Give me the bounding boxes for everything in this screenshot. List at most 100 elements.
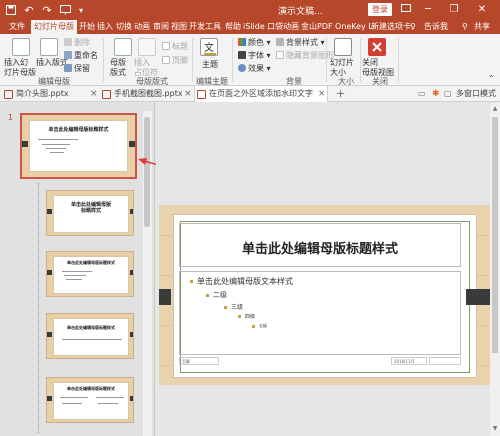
close-tab-icon[interactable]: × (184, 86, 192, 102)
master-slide[interactable]: 单击此处编辑母版标题样式 单击此处编辑母版文本样式 二级 三级 四级 五级 页脚… (159, 205, 490, 385)
slide-size-icon[interactable] (334, 38, 352, 56)
bullet-icon (252, 324, 255, 328)
settings-icon[interactable]: ✱ (432, 86, 440, 102)
insert-placeholder-button[interactable]: 插入 占位符 (134, 58, 158, 78)
scroll-down-icon[interactable]: ▼ (491, 425, 499, 433)
thumbnail-paper: 单击此处编辑母版标题样式 (53, 382, 129, 420)
share-icon[interactable]: ⚲ (462, 20, 468, 34)
footer-placeholder[interactable]: 页脚 (179, 357, 219, 365)
effects-icon (238, 64, 246, 72)
share-button[interactable]: 共享 (474, 20, 490, 34)
close-master-view-button[interactable]: 关闭 母版视图 (362, 58, 394, 78)
slide-number-placeholder[interactable] (429, 357, 461, 365)
tab-pocket-animation[interactable]: 口袋动画 (264, 20, 302, 34)
insert-slide-master-button[interactable]: 插入幻 灯片母版 (4, 58, 36, 78)
ribbon-divider (398, 38, 399, 82)
date-placeholder[interactable]: 2018/11/5 (391, 357, 427, 365)
binder-clip-right (130, 396, 133, 401)
themes-button[interactable]: 主题 (202, 60, 218, 70)
tab-file[interactable]: 文件 (6, 20, 28, 34)
collapse-ribbon-icon[interactable]: ⌃ (488, 74, 495, 84)
ribbon-divider (232, 38, 233, 82)
close-tab-icon[interactable]: × (318, 86, 326, 102)
quick-access-dropdown-icon[interactable]: ▾ (74, 3, 88, 17)
editor-scrollbar[interactable]: ▲ ▼ (490, 103, 500, 436)
ribbon-display-options-icon[interactable] (398, 2, 414, 18)
layout-thumbnail[interactable]: 单击此处编辑母版 标题样式 (46, 190, 134, 236)
tab-kingsoft-pdf[interactable]: 金山PDF (298, 20, 336, 34)
layout-thumbnail[interactable]: 单击此处编辑母版标题样式 (46, 377, 134, 423)
tab-list-icon[interactable]: ▭ (418, 86, 426, 102)
master-title-text[interactable]: 单击此处编辑母版标题样式 (180, 238, 460, 257)
lightbulb-icon[interactable]: ♀ (410, 20, 416, 34)
tab-slide-master[interactable]: 幻灯片母版 (31, 20, 77, 34)
new-tab-icon[interactable]: + (336, 86, 345, 102)
pptx-file-icon (102, 90, 111, 99)
layout-thumbnail[interactable]: 单击此处编辑母版标题样式 (46, 251, 134, 297)
thumbnail-line (98, 403, 118, 404)
insert-placeholder-icon[interactable] (138, 38, 156, 56)
undo-icon[interactable]: ↶ (22, 3, 36, 17)
thumbnail-title: 单击此处编辑母版 标题样式 (70, 202, 111, 214)
title-checkbox[interactable]: 标题 (162, 42, 188, 52)
text-level-5[interactable]: 五级 (252, 323, 267, 329)
thumbnail-line (62, 339, 122, 340)
slide-size-button[interactable]: 幻灯片 大小 (330, 58, 354, 78)
doc-tab-active[interactable]: 在页面之外区域添加水印文字 (194, 86, 328, 102)
checkbox-icon (162, 42, 170, 50)
fonts-button[interactable]: 字体 ▾ (238, 51, 271, 61)
text-level-4[interactable]: 四级 (238, 313, 255, 320)
themes-icon[interactable]: 文 (200, 38, 218, 56)
ribbon: 插入幻 灯片母版 插入版式 删除 重命名 保留 编辑母版 母版 版式 插入 占位… (0, 34, 500, 86)
restore-button[interactable]: ❐ (446, 2, 462, 18)
insert-slide-master-icon[interactable] (12, 38, 30, 56)
master-layout-button[interactable]: 母版 版式 (110, 58, 126, 78)
tab-developer[interactable]: 开发工具 (186, 20, 224, 34)
master-layout-icon[interactable] (114, 38, 132, 56)
login-button[interactable]: 登录 (368, 3, 392, 16)
master-slide-thumbnail[interactable]: 单击此处编辑母版标题样式 (20, 113, 137, 179)
scroll-up-icon[interactable]: ▲ (491, 105, 499, 113)
background-styles-button[interactable]: 背景样式 ▾ (276, 38, 325, 48)
background-styles-icon (276, 38, 284, 46)
close-button[interactable]: ✕ (474, 2, 490, 18)
title-placeholder[interactable]: 单击此处编辑母版标题样式 (179, 223, 461, 267)
layout-thumbnail[interactable]: 单击此处编辑母版标题样式 (46, 313, 134, 359)
doc-tab[interactable]: 手机截图截图.pptx (100, 86, 183, 102)
close-tab-icon[interactable]: × (90, 86, 98, 102)
colors-icon (238, 38, 246, 46)
thumbnail-title: 单击此处编辑母版标题样式 (67, 386, 115, 391)
rename-icon (64, 51, 72, 59)
multi-window-mode-button[interactable]: 多窗口模式 (456, 86, 496, 102)
tell-me-search[interactable]: 告诉我 (424, 20, 448, 34)
thumbnail-paper: 单击此处编辑母版标题样式 (53, 318, 129, 356)
start-presentation-icon[interactable] (58, 3, 72, 17)
text-level-1[interactable]: 单击此处编辑母版文本样式 (190, 276, 293, 287)
save-icon[interactable] (4, 3, 18, 17)
body-placeholder[interactable]: 单击此处编辑母版文本样式 二级 三级 四级 五级 (179, 271, 461, 355)
minimize-button[interactable]: ─ (420, 2, 436, 18)
ribbon-divider (326, 38, 327, 82)
redo-icon[interactable]: ↷ (40, 3, 54, 17)
multi-window-icon[interactable]: ▢ (444, 86, 452, 102)
thumbnail-paper: 单击此处编辑母版标题样式 (53, 256, 129, 294)
text-level-2[interactable]: 二级 (206, 290, 227, 300)
colors-button[interactable]: 颜色 ▾ (238, 38, 271, 48)
close-master-view-icon[interactable] (368, 38, 386, 56)
layout-connector-line (38, 183, 39, 433)
pptx-file-icon (4, 90, 13, 99)
insert-layout-icon[interactable] (40, 38, 58, 56)
thumbnail-line (62, 271, 92, 272)
rename-button[interactable]: 重命名 (64, 51, 98, 61)
tab-new-tab[interactable]: 新建选项卡 (368, 20, 414, 34)
thumbnail-paper: 单击此处编辑母版标题样式 (29, 120, 128, 172)
preserve-button[interactable]: 保留 (64, 64, 90, 74)
delete-button[interactable]: 删除 (64, 38, 90, 48)
effects-button[interactable]: 效果 ▾ (238, 64, 271, 74)
text-level-3[interactable]: 三级 (224, 302, 243, 311)
ribbon-divider (360, 38, 361, 82)
footer-checkbox[interactable]: 页脚 (162, 56, 188, 66)
editor-scrollbar-thumb[interactable] (492, 117, 498, 353)
pptx-file-icon (197, 90, 206, 99)
doc-tab[interactable]: 简介头图.pptx (2, 86, 69, 102)
